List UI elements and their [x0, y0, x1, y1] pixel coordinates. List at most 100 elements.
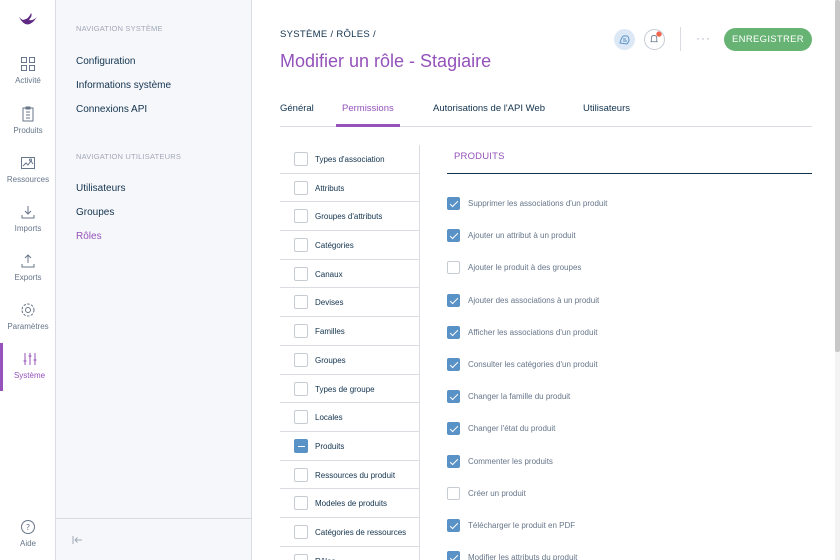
permission-group-item[interactable]: Canaux: [280, 260, 419, 289]
group-checkbox[interactable]: [294, 152, 308, 166]
group-checkbox[interactable]: [294, 467, 308, 482]
permission-group-item[interactable]: Familles: [280, 317, 419, 346]
subnav-divider: [56, 518, 252, 519]
breadcrumb-system[interactable]: SYSTÈME: [280, 29, 328, 40]
permission-group-item[interactable]: Locales: [280, 403, 419, 432]
scrollbar-thumb[interactable]: [835, 0, 840, 352]
permission-item[interactable]: Afficher les associations d'un produit: [447, 324, 812, 342]
menu-item-system[interactable]: Système: [0, 343, 56, 391]
nav-link-users[interactable]: Utilisateurs: [76, 183, 125, 194]
logo-icon[interactable]: [17, 12, 39, 34]
permission-label: Ajouter le produit à des groupes: [468, 263, 582, 273]
permission-checkbox[interactable]: [447, 551, 460, 560]
permission-checkbox[interactable]: [447, 422, 460, 436]
permission-checkbox[interactable]: [447, 261, 460, 275]
help-button[interactable]: ? Aide: [0, 519, 56, 560]
group-label: Attributs: [315, 183, 345, 193]
settings-icon: [21, 303, 35, 317]
group-label: Canaux: [315, 269, 343, 279]
permission-checkbox[interactable]: [447, 454, 460, 468]
tab-users[interactable]: Utilisateurs: [583, 103, 630, 127]
permission-label: Changer la famille du produit: [468, 392, 571, 402]
group-checkbox[interactable]: [294, 324, 308, 339]
nav-link-roles[interactable]: Rôles: [76, 231, 102, 242]
permission-group-item[interactable]: Groupes d'attributs: [280, 202, 419, 232]
group-checkbox[interactable]: [294, 524, 308, 539]
menu-item-activity[interactable]: Activité: [0, 56, 56, 100]
tab-web-api[interactable]: Autorisations de l'API Web: [433, 103, 545, 127]
menu-item-exports[interactable]: Exports: [0, 253, 56, 297]
permission-checkbox[interactable]: [447, 197, 460, 210]
app-root: Activité Produits Ressources Imports Exp…: [0, 0, 840, 560]
permission-item[interactable]: Ajouter des associations à un produit: [447, 292, 812, 310]
page-scrollbar[interactable]: [835, 0, 840, 560]
group-label: Rôles: [315, 557, 335, 560]
permission-group-item[interactable]: Produits: [280, 432, 419, 461]
permission-item[interactable]: Supprimer les associations d'un produit: [447, 195, 812, 213]
nav-link-configuration[interactable]: Configuration: [76, 56, 135, 67]
group-checkbox[interactable]: [294, 410, 308, 425]
tab-general[interactable]: Général: [280, 103, 314, 127]
permission-checkbox[interactable]: [447, 229, 460, 243]
permission-item[interactable]: Consulter les catégories d'un produit: [447, 356, 812, 374]
breadcrumb-roles[interactable]: RÔLES: [336, 29, 370, 40]
save-button[interactable]: ENREGISTRER: [724, 28, 812, 51]
permission-group-item[interactable]: Types d'association: [280, 145, 419, 174]
more-options-icon[interactable]: ···: [696, 32, 711, 44]
permission-group-item[interactable]: Devises: [280, 288, 419, 318]
permission-item[interactable]: Ajouter le produit à des groupes: [447, 259, 812, 277]
permission-checkbox[interactable]: [447, 519, 460, 532]
group-checkbox[interactable]: [294, 238, 308, 253]
group-label: Catégories: [315, 241, 354, 251]
tab-permissions[interactable]: Permissions: [336, 103, 400, 127]
menu-item-products[interactable]: Produits: [0, 106, 56, 150]
nav-link-groups[interactable]: Groupes: [76, 207, 114, 218]
permission-group-item[interactable]: Groupes: [280, 346, 419, 375]
permission-item[interactable]: Ajouter un attribut à un produit: [447, 227, 812, 245]
nav-link-system-info[interactable]: Informations système: [76, 80, 171, 91]
products-icon: [22, 106, 34, 122]
group-checkbox[interactable]: [294, 381, 308, 396]
permission-item[interactable]: Créer un produit: [447, 485, 812, 503]
group-checkbox[interactable]: [294, 209, 308, 224]
permission-group-item[interactable]: Catégories: [280, 231, 419, 260]
group-checkbox[interactable]: [294, 438, 308, 453]
group-checkbox[interactable]: [294, 266, 308, 281]
collapse-panel-icon[interactable]: [71, 534, 83, 546]
user-avatar-icon[interactable]: [614, 29, 635, 50]
group-checkbox[interactable]: [294, 180, 308, 195]
permission-item[interactable]: Changer la famille du produit: [447, 388, 812, 406]
permission-group-item[interactable]: Ressources du produit: [280, 461, 419, 490]
permission-group-item[interactable]: Catégories de ressources: [280, 518, 419, 547]
group-checkbox[interactable]: [294, 352, 308, 367]
permission-label: Ajouter un attribut à un produit: [468, 231, 576, 241]
menu-item-imports[interactable]: Imports: [0, 204, 56, 248]
permission-group-item[interactable]: Attributs: [280, 174, 419, 203]
permission-item[interactable]: Changer l'état du produit: [447, 420, 812, 438]
permission-checkbox[interactable]: [447, 293, 460, 307]
permission-group-item[interactable]: Modeles de produits: [280, 489, 419, 518]
permission-group-item[interactable]: Types de groupe: [280, 375, 419, 404]
group-checkbox[interactable]: [294, 295, 308, 310]
menu-label: Activité: [15, 76, 41, 85]
permission-checkbox[interactable]: [447, 486, 460, 500]
notifications-bell-icon[interactable]: [644, 29, 665, 50]
nav-link-api-connections[interactable]: Connexions API: [76, 104, 147, 115]
permission-checkbox[interactable]: [447, 358, 460, 371]
menu-item-settings[interactable]: Paramètres: [0, 302, 56, 346]
permission-item[interactable]: Modifier les attributs du produit: [447, 549, 812, 560]
permission-label: Commenter les produits: [468, 456, 553, 466]
dashboard-icon: [21, 57, 35, 71]
breadcrumb: SYSTÈME / RÔLES /: [280, 29, 376, 40]
permission-group-item[interactable]: Rôles: [280, 547, 419, 560]
permission-item[interactable]: Commenter les produits: [447, 453, 812, 471]
permission-checkbox[interactable]: [447, 325, 460, 339]
permission-item[interactable]: Télécharger le produit en PDF: [447, 517, 812, 535]
svg-text:?: ?: [26, 523, 30, 532]
menu-item-assets[interactable]: Ressources: [0, 155, 56, 199]
group-checkbox[interactable]: [294, 553, 308, 560]
permission-label: Consulter les catégories d'un produit: [468, 360, 598, 369]
permission-checkbox[interactable]: [447, 390, 460, 404]
group-label: Ressources du produit: [315, 470, 396, 480]
group-checkbox[interactable]: [294, 496, 308, 511]
